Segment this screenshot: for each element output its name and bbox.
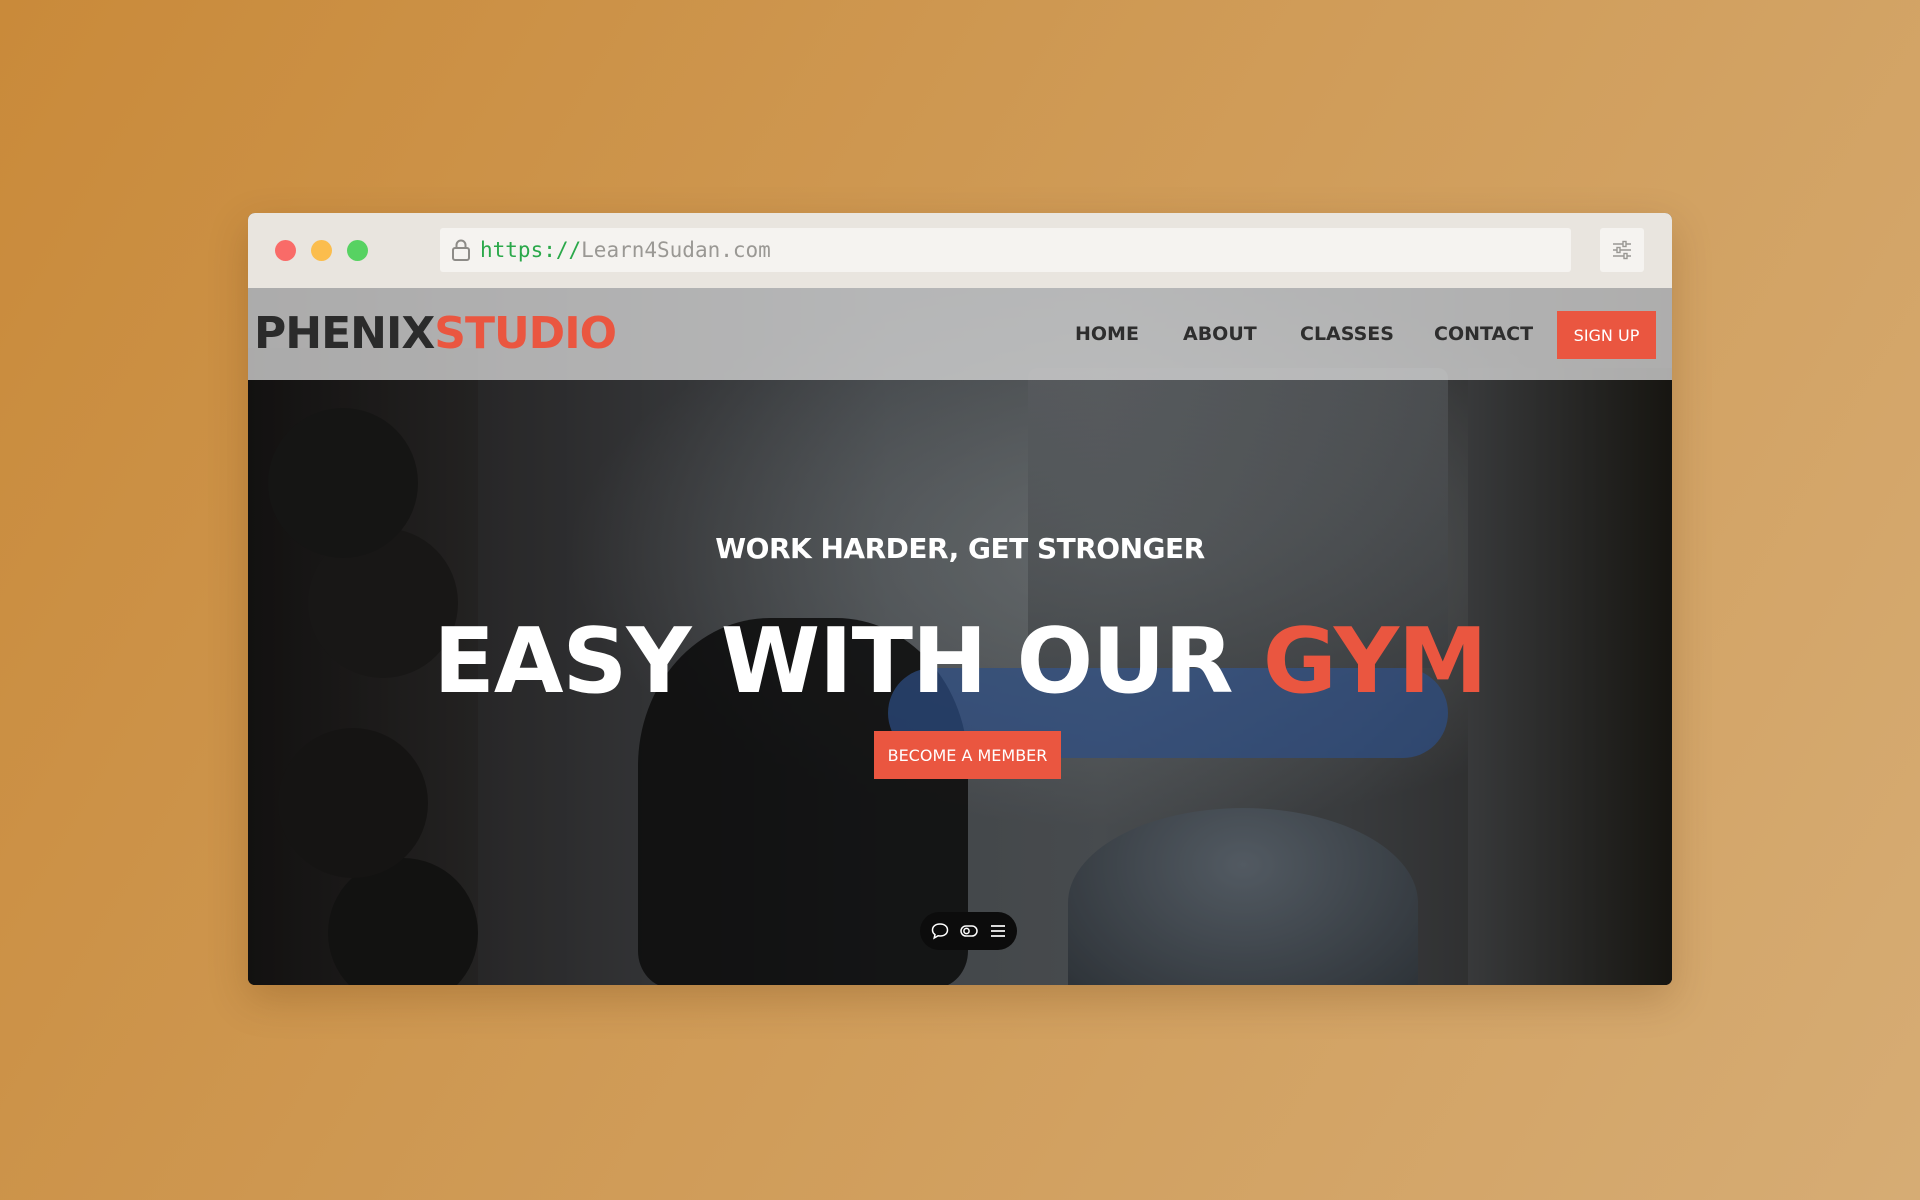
become-member-button[interactable]: BECOME A MEMBER <box>874 731 1061 779</box>
hero-title-main: EASY WITH OUR <box>433 609 1263 714</box>
logo-text-accent: STUDIO <box>434 308 617 359</box>
site-navbar: PHENIXSTUDIO HOME ABOUT CLASSES CONTACT … <box>248 288 1672 380</box>
nav-home[interactable]: HOME <box>1075 322 1139 346</box>
browser-toolbar: https://Learn4Sudan.com <box>248 213 1672 289</box>
nav-contact[interactable]: CONTACT <box>1434 322 1533 346</box>
settings-button[interactable] <box>1600 228 1644 272</box>
sign-up-button[interactable]: SIGN UP <box>1557 311 1656 359</box>
page-viewport: PHENIXSTUDIO HOME ABOUT CLASSES CONTACT … <box>248 288 1672 985</box>
hero-title-accent: GYM <box>1262 609 1488 714</box>
minimize-window-button[interactable] <box>311 240 332 261</box>
logo-text-primary: PHENIX <box>254 308 435 359</box>
maximize-window-button[interactable] <box>347 240 368 261</box>
url-scheme: https:// <box>480 238 582 262</box>
hero-subtitle: WORK HARDER, GET STRONGER <box>715 532 1205 565</box>
toggle-icon[interactable] <box>959 921 979 941</box>
sliders-icon <box>1613 240 1631 260</box>
close-window-button[interactable] <box>275 240 296 261</box>
url-host: Learn4Sudan.com <box>581 238 771 262</box>
lock-icon <box>450 238 472 262</box>
address-bar[interactable]: https://Learn4Sudan.com <box>440 228 1571 272</box>
browser-window: https://Learn4Sudan.com PHENIXSTUDIO HOM… <box>248 213 1672 985</box>
url-text: https://Learn4Sudan.com <box>480 238 771 262</box>
site-logo[interactable]: PHENIXSTUDIO <box>254 308 617 359</box>
menu-icon[interactable] <box>988 921 1008 941</box>
nav-classes[interactable]: CLASSES <box>1300 322 1394 346</box>
nav-about[interactable]: ABOUT <box>1183 322 1257 346</box>
floating-toolbar <box>920 912 1017 950</box>
comment-icon[interactable] <box>930 921 950 941</box>
hero-title: EASY WITH OUR GYM <box>248 612 1672 712</box>
